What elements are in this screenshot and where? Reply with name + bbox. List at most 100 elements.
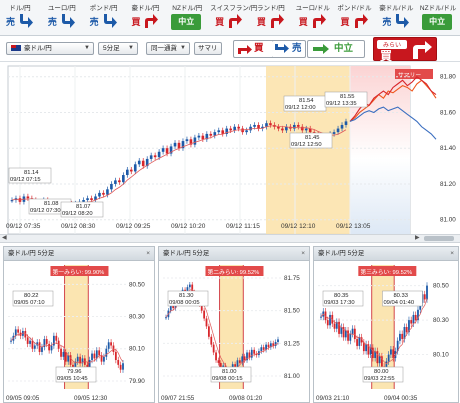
- close-icon[interactable]: ×: [450, 247, 454, 260]
- high-annotation-value: 80.35: [334, 293, 349, 299]
- candle: [215, 352, 217, 361]
- low-annotation-value: 80.00: [374, 369, 389, 375]
- buy-signal-label: 買: [254, 43, 264, 54]
- candle: [188, 284, 191, 288]
- close-icon[interactable]: ×: [301, 247, 305, 260]
- candle: [17, 329, 20, 333]
- mirai-buy-button[interactable]: みらい 買: [373, 37, 437, 63]
- main-price-chart[interactable]: サマリー 81.8081.6081.4081.2081.0081.1409/12 …: [0, 62, 460, 240]
- candle: [260, 347, 263, 352]
- ticker-item[interactable]: NZドル/ドル 中立: [419, 0, 457, 36]
- candle: [26, 196, 30, 199]
- ticker-item[interactable]: 豪ドル/円買: [126, 0, 164, 36]
- ticker-item[interactable]: ランド/円買: [252, 0, 290, 36]
- ticker-item[interactable]: ポンド/円売: [85, 0, 123, 36]
- candle: [119, 364, 122, 370]
- candle: [356, 339, 358, 346]
- ticker-signal-buy: 買: [297, 14, 327, 30]
- ticker-pair-name: ユーロ/ドル: [295, 5, 330, 12]
- scroll-thumb[interactable]: [424, 236, 454, 241]
- up-turn-arrow-icon: [270, 14, 284, 28]
- sub-chart-header: 豪ドル/円 5分足 ×: [4, 247, 154, 261]
- candle: [296, 124, 300, 127]
- ticker-pair-name: NZドル/ドル: [419, 5, 457, 12]
- candle: [105, 348, 108, 357]
- ticker-item[interactable]: NZドル/円 中立: [168, 0, 206, 36]
- ticker-signal-sell: 売: [88, 14, 118, 30]
- candle: [423, 294, 426, 300]
- candle: [38, 342, 41, 352]
- ticker-pair-name: 豪ドル/円: [131, 5, 160, 12]
- x-tick-label: 09/12 11:15: [226, 223, 260, 230]
- ticker-item[interactable]: 豪ドル/ドル売: [377, 0, 415, 36]
- scroll-right-icon[interactable]: ▶: [415, 235, 421, 242]
- y-tick-label: 81.40: [440, 145, 456, 152]
- candle: [277, 126, 280, 129]
- candle: [392, 349, 395, 358]
- candle: [207, 326, 210, 337]
- candle: [185, 139, 189, 142]
- low-annotation-value: 81.00: [222, 369, 237, 375]
- interval-select[interactable]: 5分足 ▼: [98, 42, 138, 55]
- sub-chart-header: 豪ドル/円 5分足 ×: [159, 247, 309, 261]
- candle: [320, 316, 322, 318]
- match-label: 第二みらい: 99.52%: [207, 268, 259, 276]
- interval-select-value: 5分足: [103, 45, 120, 52]
- sub-chart-title: 豪ドル/円 5分足: [318, 250, 365, 257]
- y-tick-label: 81.50: [284, 308, 300, 315]
- candle: [45, 339, 48, 344]
- ticker-signal-buy: 買: [339, 14, 369, 30]
- summary-button[interactable]: サマリ: [194, 42, 222, 55]
- x-tick-label: 09/05 09:05: [6, 395, 40, 402]
- sell-signal-label: 売: [292, 43, 302, 54]
- scroll-left-icon[interactable]: ◀: [2, 235, 8, 242]
- close-icon[interactable]: ×: [146, 247, 150, 260]
- ticker-item[interactable]: ユーロ/円売: [43, 0, 81, 36]
- chart-scrollbar[interactable]: ◀ ▶: [0, 234, 460, 243]
- ticker-item[interactable]: ポンド/ドル買: [336, 0, 374, 36]
- x-tick-label: 09/12 10:20: [171, 223, 206, 230]
- y-tick-label: 81.20: [440, 181, 456, 188]
- up-turn-arrow-icon: [229, 14, 243, 28]
- candle: [197, 135, 201, 138]
- neutral-signal-button[interactable]: 中立: [307, 40, 365, 58]
- sub-chart-1[interactable]: 豪ドル/円 5分足 × 第一みらい: 99.90% 80.50 80.30 80.10 7…: [3, 246, 155, 403]
- candle: [253, 349, 256, 354]
- y-tick-label: 79.90: [129, 378, 145, 385]
- pair-select[interactable]: 豪ドル/円 ▼: [6, 42, 94, 55]
- candle: [50, 345, 53, 351]
- ticker-signal-label: 買: [131, 17, 141, 27]
- candle: [304, 128, 308, 131]
- candle: [353, 328, 356, 340]
- down-arrow-icon: [275, 44, 289, 53]
- price-annotation-value: 81.07: [76, 204, 91, 210]
- sub-chart-title: 豪ドル/円 5分足: [8, 250, 55, 257]
- chevron-down-icon: ▼: [128, 45, 134, 51]
- sub-chart-plot: 第一みらい: 99.90%80.5080.3080.1079.9080.2209…: [6, 265, 145, 402]
- sub-chart-3[interactable]: 豪ドル/円 5分足 × 第三みらい: 99.52% 80.50 80.30 80.10 8…: [313, 246, 459, 403]
- candle: [336, 128, 340, 133]
- matched-pattern-highlight: [266, 66, 350, 234]
- ticker-item[interactable]: スイスフラン/円買: [210, 0, 258, 36]
- y-tick-label: 81.00: [440, 217, 456, 224]
- price-annotation-time: 09/12 07:30: [30, 208, 61, 214]
- candle: [401, 333, 404, 340]
- ticker-pair-name: スイスフラン/円: [210, 5, 258, 12]
- ticker-item[interactable]: ユーロ/ドル買: [294, 0, 332, 36]
- candle: [122, 363, 124, 370]
- sub-chart-2[interactable]: 豪ドル/円 5分足 × 第二みらい: 99.52% 81.75 81.50 81.25 8…: [158, 246, 310, 403]
- mid-annotation-value: 80.33: [393, 293, 408, 299]
- pattern-select-value: 同一通貨: [151, 45, 177, 52]
- low-annotation-value: 79.96: [67, 369, 82, 375]
- pattern-select[interactable]: 同一通貨 ▼: [146, 42, 190, 55]
- price-annotation-time: 09/12 08:20: [62, 211, 93, 217]
- sell-signal-button[interactable]: 売: [272, 40, 306, 58]
- ticker-item[interactable]: ドル/円売: [1, 0, 39, 36]
- ticker-signal-buy: 買: [213, 14, 243, 30]
- neutral-signal-label: 中立: [334, 43, 354, 54]
- candle: [98, 350, 101, 356]
- candle: [217, 360, 220, 363]
- candle: [338, 321, 340, 334]
- candle: [281, 128, 284, 131]
- candle: [238, 360, 241, 363]
